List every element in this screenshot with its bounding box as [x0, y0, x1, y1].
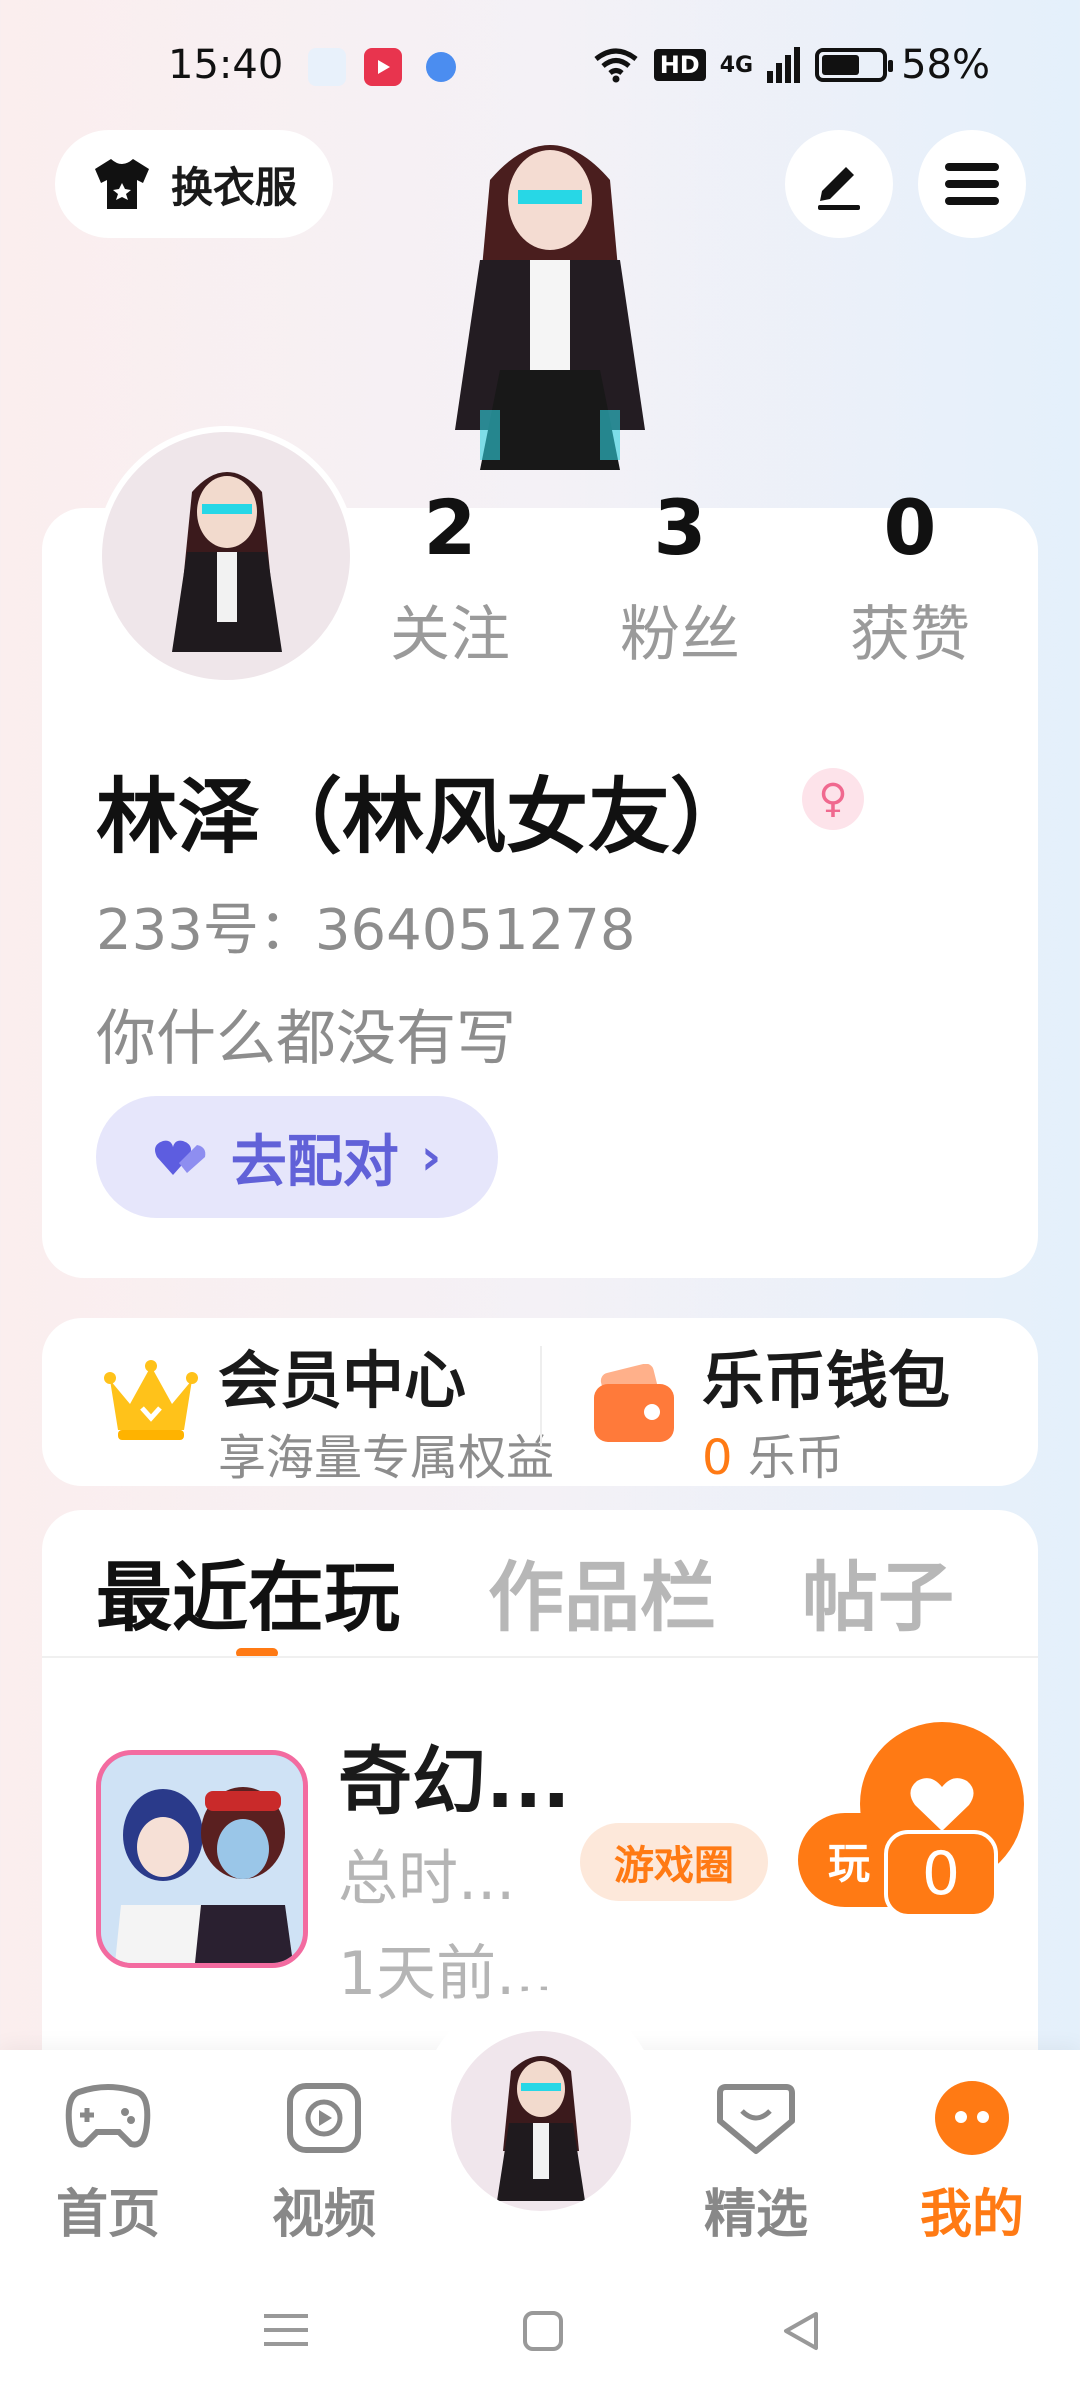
game-total-time: 总时...: [338, 1844, 516, 1914]
video-icon: [287, 2083, 361, 2153]
likes-stat[interactable]: 0 获赞: [810, 490, 1010, 673]
game-title[interactable]: 奇幻...: [338, 1722, 570, 1829]
nav-mine[interactable]: 我的: [892, 2078, 1052, 2247]
hd-badge: HD: [653, 49, 706, 81]
system-home-button[interactable]: [522, 2310, 564, 2356]
tabs-divider: [42, 1656, 1038, 1658]
wallet-title: 乐币钱包: [702, 1344, 951, 1417]
crown-icon: [104, 1360, 198, 1448]
nav-home[interactable]: 首页: [28, 2078, 188, 2247]
wifi-icon: [594, 48, 638, 83]
game-icon[interactable]: [96, 1750, 308, 1968]
followers-label: 粉丝: [620, 600, 740, 670]
pen-icon: [818, 167, 860, 210]
home-square-icon: [523, 2311, 563, 2351]
nav-video[interactable]: 视频: [244, 2078, 404, 2247]
nav-video-label: 视频: [271, 2185, 376, 2245]
member-center-title: 会员中心: [218, 1344, 467, 1417]
tab-works[interactable]: 作品栏: [488, 1536, 716, 1646]
likes-count: 0: [883, 483, 937, 572]
status-indicators: HD 4G 58%: [592, 42, 990, 88]
member-center-subtitle: 享海量专属权益: [218, 1430, 555, 1486]
wallet-unit: 乐币: [747, 1430, 844, 1486]
following-stat[interactable]: 2 关注: [350, 490, 550, 673]
status-time: 15:40: [168, 42, 284, 88]
system-menu-button[interactable]: [262, 2310, 310, 2354]
video-app-notification-icon: [364, 48, 402, 86]
followers-stat[interactable]: 3 粉丝: [580, 490, 780, 673]
back-triangle-icon: [784, 2312, 818, 2350]
signal-label: 4G: [719, 52, 754, 78]
tab-posts[interactable]: 帖子: [802, 1536, 954, 1646]
followers-count: 3: [653, 483, 707, 572]
app-notification-icon: [308, 48, 346, 86]
change-outfit-label: 换衣服: [170, 162, 297, 212]
female-gender-icon: ♀: [802, 768, 864, 830]
profile-face-icon: [935, 2081, 1009, 2155]
likes-label: 获赞: [850, 600, 970, 670]
match-label: 去配对: [230, 1129, 399, 1195]
heart-chat-icon: [717, 2084, 795, 2154]
character-avatar-figure[interactable]: [420, 110, 680, 510]
user-id: 233号：364051278: [96, 898, 636, 963]
double-heart-icon: [154, 1140, 206, 1175]
menu-button[interactable]: [918, 130, 1026, 238]
nav-center-avatar[interactable]: [446, 2026, 636, 2216]
bio[interactable]: 你什么都没有写: [96, 990, 516, 1077]
nickname: 林泽（林风女友）: [96, 770, 753, 865]
recent-apps-icon: [264, 2314, 308, 2346]
change-outfit-button[interactable]: 换衣服: [55, 130, 333, 238]
match-button[interactable]: 去配对 ›: [96, 1096, 498, 1218]
battery-icon: [815, 48, 894, 82]
nav-featured-label: 精选: [703, 2185, 808, 2245]
following-label: 关注: [390, 600, 510, 670]
wallet-amount: 0: [702, 1430, 733, 1486]
tab-recent-play[interactable]: 最近在玩: [96, 1536, 400, 1646]
following-count: 2: [423, 483, 477, 572]
battery-percent: 58%: [901, 42, 990, 88]
chevron-right-icon: ›: [420, 1128, 442, 1186]
tshirt-icon: [94, 159, 149, 209]
heart-icon: [910, 1778, 974, 1831]
gamepad-icon: [65, 2084, 151, 2148]
system-back-button[interactable]: [780, 2310, 822, 2356]
nav-mine-label: 我的: [919, 2185, 1024, 2245]
nav-featured[interactable]: 精选: [676, 2078, 836, 2247]
game-circle-button[interactable]: 游戏圈: [580, 1823, 768, 1901]
wallet-icon: [594, 1363, 678, 1448]
nav-home-label: 首页: [55, 2185, 160, 2245]
hamburger-icon: [945, 163, 999, 205]
avatar[interactable]: [96, 426, 356, 686]
like-count: 0: [884, 1830, 998, 1918]
wallet-balance: 0 乐币: [702, 1418, 844, 1488]
bubble-app-notification-icon: [426, 52, 456, 82]
edit-profile-button[interactable]: [785, 130, 893, 238]
signal-icon: [767, 47, 801, 83]
